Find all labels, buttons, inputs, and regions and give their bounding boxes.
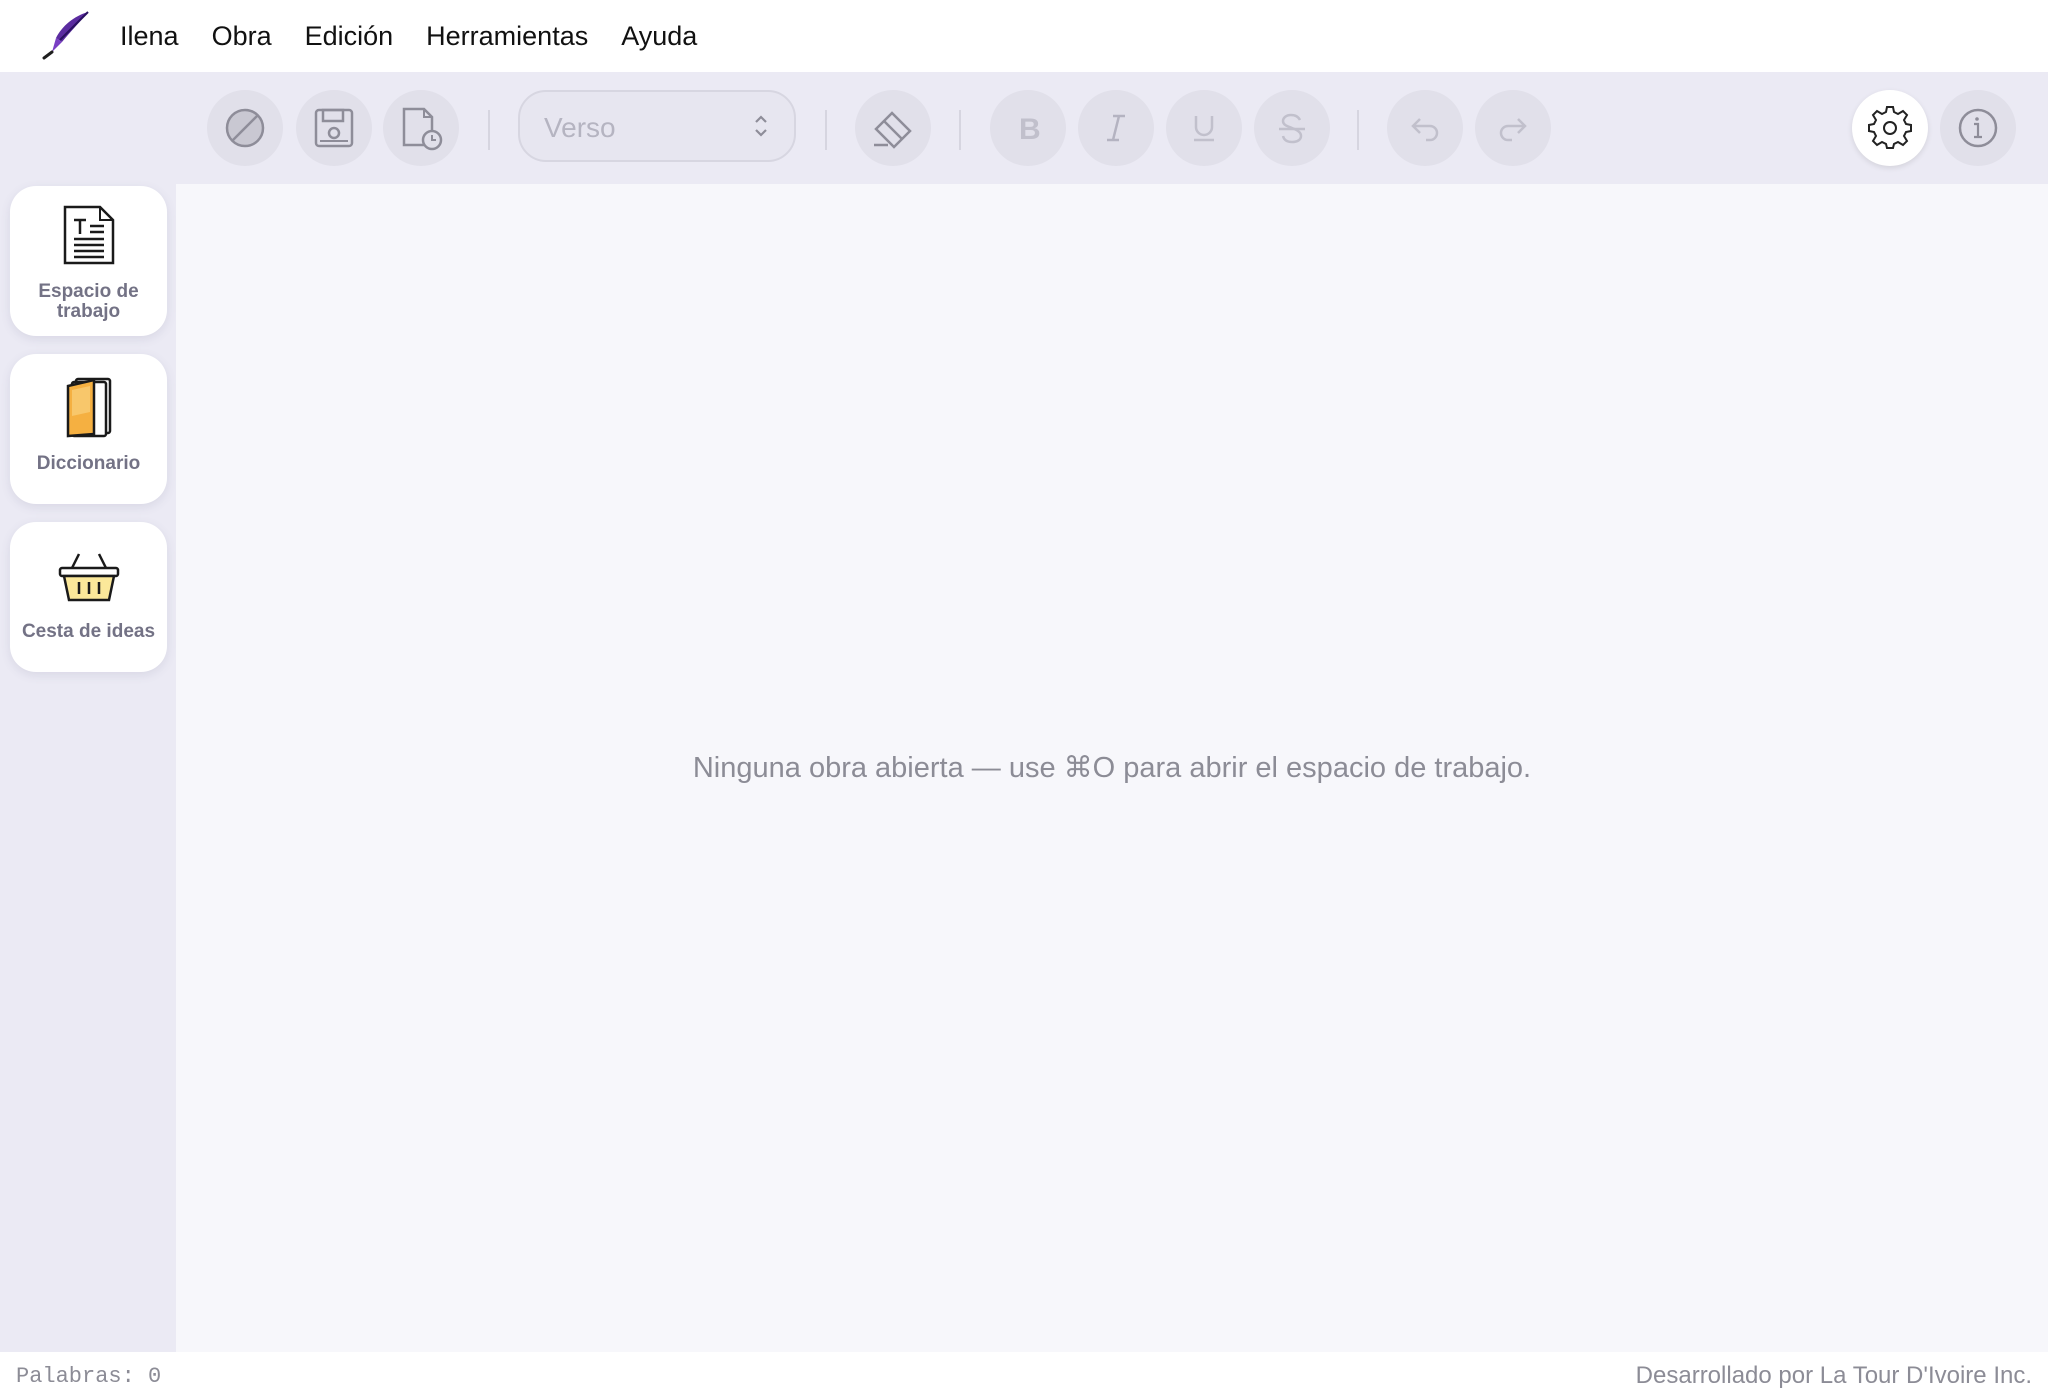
toolbar-divider [1357, 110, 1359, 150]
paragraph-style-select[interactable]: Verso [518, 90, 796, 162]
eraser-button[interactable] [855, 90, 931, 166]
undo-button[interactable] [1387, 90, 1463, 166]
toolbar-divider [959, 110, 961, 150]
sidebar-item-label: Espacio de trabajo [38, 281, 139, 322]
credits-text: Desarrollado por La Tour D'Ivoire Inc. [1635, 1362, 2032, 1389]
cancel-icon [225, 108, 265, 148]
svg-text:B: B [1019, 113, 1041, 145]
info-icon [1958, 108, 1998, 148]
save-button[interactable] [296, 90, 372, 166]
toolbar-divider [825, 110, 827, 150]
empty-state-message: Ninguna obra abierta — use ⌘O para abrir… [692, 752, 1532, 784]
redo-icon [1499, 118, 1527, 142]
menu-obra[interactable]: Obra [212, 21, 272, 52]
menubar: Ilena Obra Edición Herramientas Ayuda [0, 0, 2048, 72]
sidebar-item-idea-basket[interactable]: Cesta de ideas [10, 522, 167, 672]
italic-icon [1107, 114, 1125, 142]
toolbar-divider [488, 110, 490, 150]
sidebar-item-workspace[interactable]: Espacio de trabajo [10, 186, 167, 336]
toolbar: Verso B [0, 72, 2048, 184]
info-button[interactable] [1940, 90, 2016, 166]
book-icon [66, 377, 111, 438]
statusbar: Palabras: 0 Desarrollado por La Tour D'I… [0, 1352, 2048, 1400]
strikethrough-button[interactable] [1254, 90, 1330, 166]
menu-items: Ilena Obra Edición Herramientas Ayuda [120, 0, 730, 72]
floppy-disk-icon [314, 108, 354, 148]
cancel-button[interactable] [207, 90, 283, 166]
menu-ilena[interactable]: Ilena [120, 21, 179, 52]
menu-edicion[interactable]: Edición [305, 21, 394, 52]
sidebar-item-label: Cesta de ideas [21, 621, 156, 642]
editor-area[interactable]: Ninguna obra abierta — use ⌘O para abrir… [176, 184, 2048, 1352]
basket-icon [58, 553, 119, 602]
strikethrough-icon [1279, 113, 1305, 144]
bold-icon: B [1019, 113, 1041, 145]
sidebar: Espacio de trabajo Diccionario Cesta de … [0, 184, 176, 1352]
chevron-updown-icon [755, 115, 767, 137]
sidebar-item-label: Diccionario [36, 453, 141, 474]
file-history-icon [402, 107, 443, 151]
quill-pen-icon[interactable] [38, 8, 92, 62]
gear-icon [1868, 106, 1912, 149]
file-history-button[interactable] [383, 90, 459, 166]
paragraph-style-value: Verso [544, 112, 616, 143]
menu-ayuda[interactable]: Ayuda [621, 21, 697, 52]
sidebar-item-dictionary[interactable]: Diccionario [10, 354, 167, 504]
italic-button[interactable] [1078, 90, 1154, 166]
redo-button[interactable] [1475, 90, 1551, 166]
word-count: Palabras: 0 [16, 1364, 162, 1389]
document-icon [63, 205, 114, 265]
bold-button[interactable]: B [990, 90, 1066, 166]
undo-icon [1411, 118, 1439, 142]
eraser-icon [874, 111, 912, 149]
underline-button[interactable] [1166, 90, 1242, 166]
underline-icon [1194, 116, 1214, 142]
settings-button[interactable] [1852, 90, 1928, 166]
menu-herramientas[interactable]: Herramientas [426, 21, 588, 52]
